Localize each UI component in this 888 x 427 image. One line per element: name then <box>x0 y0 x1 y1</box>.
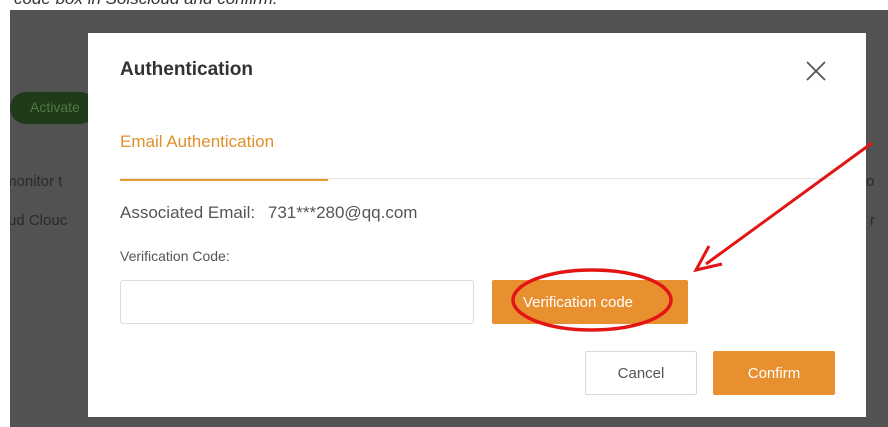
tab-email-authentication-label: Email Authentication <box>120 132 275 151</box>
verification-code-label: Verification Code: <box>120 248 230 264</box>
background-text-right-2: r <box>870 212 875 229</box>
confirm-button[interactable]: Confirm <box>713 351 835 395</box>
background-text-left-2: ud Clouc <box>10 212 68 229</box>
tab-divider <box>120 178 834 179</box>
activate-badge: Activate <box>10 92 96 124</box>
associated-email-value: 731***280@qq.com <box>267 203 418 222</box>
associated-email-label: Associated Email: <box>120 203 256 222</box>
background-text-right-1: o <box>866 173 875 190</box>
close-icon[interactable] <box>804 59 828 83</box>
dialog-title: Authentication <box>120 59 253 80</box>
verification-code-input[interactable] <box>120 280 474 324</box>
background-text-left-1: monitor t <box>10 173 63 190</box>
activate-badge-label: Activate <box>30 99 80 115</box>
cancel-button[interactable]: Cancel <box>585 351 697 395</box>
associated-email-row: Associated Email: 731***280@qq.com <box>120 203 417 223</box>
send-verification-code-button[interactable]: Verification code <box>492 280 688 324</box>
send-verification-code-label: Verification code <box>522 293 634 311</box>
authentication-dialog: Authentication Email Authentication Asso… <box>88 33 866 417</box>
tab-email-authentication[interactable]: Email Authentication <box>120 132 328 181</box>
tutorial-caption: code box in Solscloud and confirm. <box>0 0 888 10</box>
caption-text: code box in Solscloud and confirm. <box>14 0 278 9</box>
